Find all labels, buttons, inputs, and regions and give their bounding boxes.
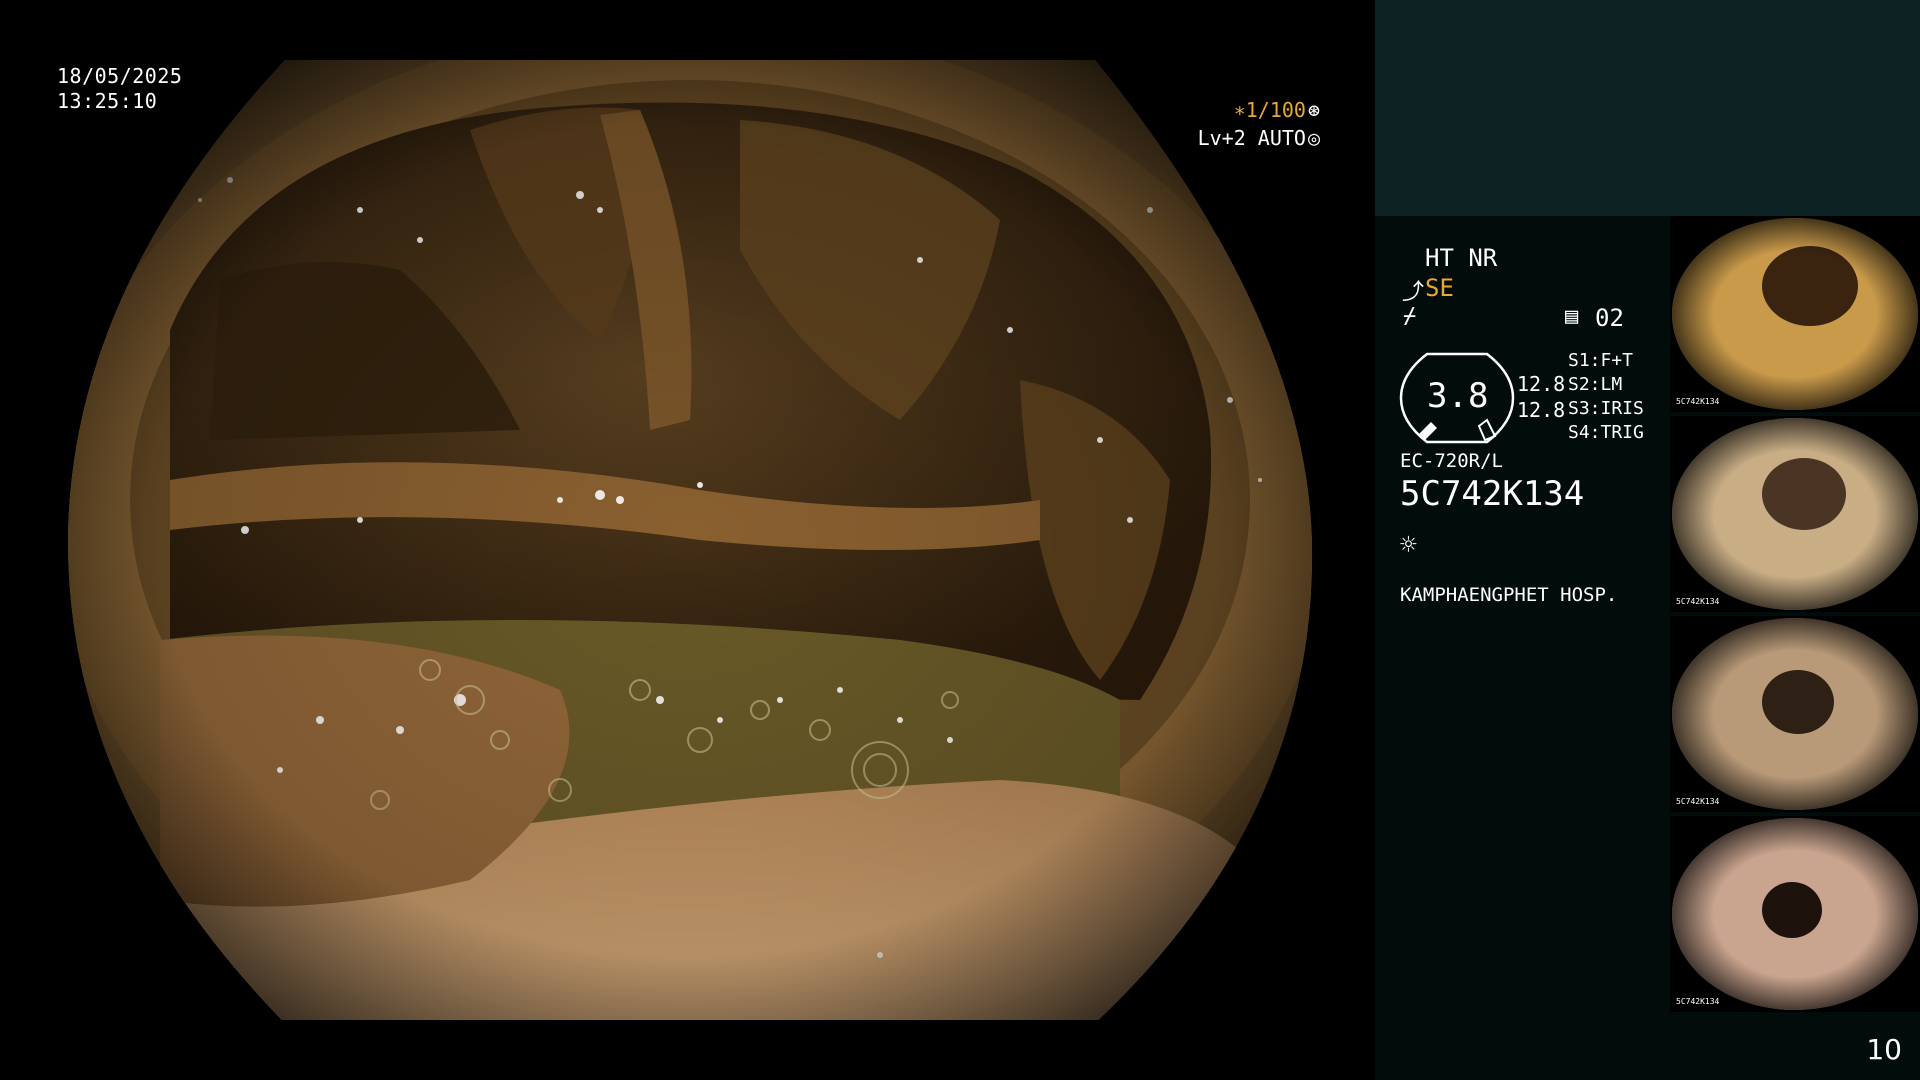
- shutter-icon: ⊛: [1307, 98, 1320, 122]
- value-2: 12.8: [1517, 398, 1566, 422]
- scope-switch-1: S1:F+T: [1568, 350, 1634, 371]
- scope-switch-3: S3:IRIS: [1568, 398, 1644, 419]
- scope-model: EC-720R/L: [1400, 450, 1503, 472]
- thumbnail-4[interactable]: 5C742K134: [1670, 816, 1920, 1012]
- thumbnail-image: [1670, 416, 1920, 612]
- structure-enhance-icon: ⤴: [1402, 280, 1425, 305]
- thumbnail-image: [1670, 816, 1920, 1012]
- shutter-readout: ∗1/100 ⊛: [1180, 98, 1320, 122]
- thumbnail-caption: 5C742K134: [1676, 397, 1720, 406]
- se-text: SE: [1425, 274, 1454, 302]
- level-text: Lv+2 AUTO: [1197, 126, 1306, 150]
- auto-iris-icon: ◎: [1307, 126, 1320, 150]
- date-text: 18/05/2025: [57, 64, 183, 88]
- endoscopy-view: 18/05/2025 13:25:10 ∗1/100 ⊛ Lv+2 AUTO ◎: [0, 0, 1375, 1080]
- hospital-name: KAMPHAENGPHET HOSP.: [1400, 584, 1618, 606]
- thumbnail-image: [1670, 616, 1920, 812]
- captured-thumbnails: 5C742K134 5C742K134 5C742K134 5C742K134: [1670, 216, 1920, 1016]
- color-enhance-icon: ⌿: [1403, 304, 1417, 329]
- memory-icon: ▤: [1565, 304, 1579, 329]
- shutter-text: ∗1/100: [1233, 98, 1306, 122]
- scope-switch-2: S2:LM: [1568, 374, 1623, 395]
- thumbnail-3[interactable]: 5C742K134: [1670, 616, 1920, 812]
- mode-text: HT NR: [1425, 244, 1498, 272]
- memory-label: 02: [1595, 304, 1624, 332]
- scope-switch-4: S4:TRIG: [1568, 422, 1644, 443]
- thumbnail-1[interactable]: 5C742K134: [1670, 216, 1920, 412]
- zoom-value: 3.8: [1427, 376, 1489, 416]
- thumbnail-2[interactable]: 5C742K134: [1670, 416, 1920, 612]
- thumbnail-caption: 5C742K134: [1676, 997, 1720, 1006]
- thumbnail-image: [1670, 216, 1920, 412]
- level-readout: Lv+2 AUTO ◎: [1180, 126, 1320, 150]
- scope-serial: 5C742K134: [1400, 474, 1585, 514]
- page-number: 10: [1866, 1033, 1902, 1066]
- panel-header-area: [1375, 0, 1920, 216]
- thumbnail-caption: 5C742K134: [1676, 797, 1720, 806]
- endoscopy-image: [68, 60, 1313, 1020]
- thumbnail-caption: 5C742K134: [1676, 597, 1720, 606]
- light-icon: ☼: [1400, 528, 1417, 561]
- date-time-readout: 18/05/2025 13:25:10: [57, 64, 182, 114]
- value-1: 12.8: [1517, 372, 1566, 396]
- time-text: 13:25:10: [57, 89, 158, 113]
- info-panel: HT NR ⤴ SE ⌿ ▤ 02 3.8 12.8 12.8 S1:F+T S…: [1375, 0, 1920, 1080]
- status-info: HT NR ⤴ SE ⌿ ▤ 02 3.8 12.8 12.8 S1:F+T S…: [1375, 216, 1670, 1080]
